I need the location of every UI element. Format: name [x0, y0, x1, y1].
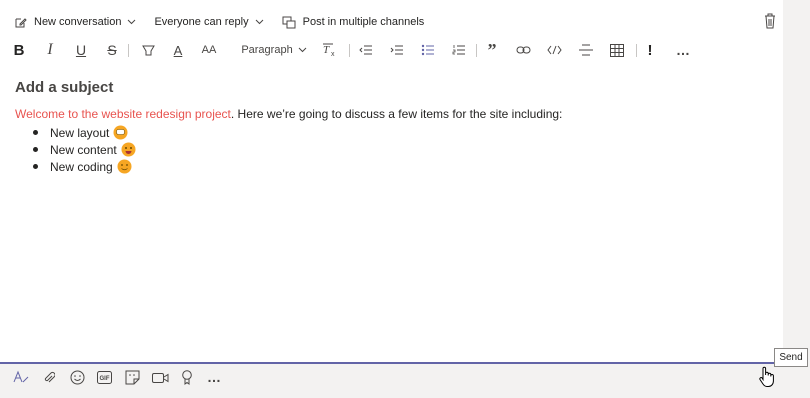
sticker-icon[interactable] [123, 368, 141, 386]
reply-setting-dropdown[interactable]: Everyone can reply [154, 16, 263, 28]
more-options-button[interactable]: … [674, 40, 692, 60]
format-icon[interactable] [12, 368, 30, 386]
list-item: New layout [33, 124, 136, 141]
divider [476, 44, 477, 57]
meet-now-icon[interactable] [151, 368, 169, 386]
svg-text:T: T [323, 44, 330, 56]
font-color-button[interactable]: A [171, 40, 185, 60]
item-list: New layout New content New coding [33, 124, 136, 175]
svg-text:x: x [331, 51, 335, 57]
link-icon[interactable] [515, 40, 531, 60]
message-body[interactable]: Welcome to the website redesign project.… [15, 107, 562, 121]
compose-topbar: New conversation Everyone can reply Post… [14, 13, 783, 31]
post-multiple-channels-button[interactable]: Post in multiple channels [282, 16, 425, 29]
divider [349, 44, 350, 57]
italic-button[interactable]: I [43, 40, 57, 60]
attach-icon[interactable] [40, 368, 58, 386]
list-item-label: New layout [50, 125, 110, 140]
bullet [33, 147, 38, 152]
trash-icon[interactable] [764, 13, 776, 29]
decrease-indent-icon[interactable] [358, 40, 374, 60]
praise-icon[interactable] [178, 368, 196, 386]
highlight-icon[interactable] [140, 40, 156, 60]
divider [128, 44, 129, 57]
chevron-down-icon [298, 47, 307, 53]
list-item: New coding [33, 158, 136, 175]
increase-indent-icon[interactable] [389, 40, 405, 60]
hand-cursor-icon [758, 366, 776, 388]
emoji-icon[interactable] [68, 368, 86, 386]
post-multiple-label: Post in multiple channels [302, 16, 425, 28]
code-icon[interactable] [546, 40, 562, 60]
gif-icon[interactable]: GIF [95, 368, 113, 386]
bold-button[interactable]: B [12, 40, 26, 60]
list-item: New content [33, 141, 136, 158]
reply-setting-label: Everyone can reply [154, 16, 249, 28]
format-toolbar: B I U S A AA Paragraph Tx ” ! … [12, 40, 783, 60]
table-icon[interactable] [609, 40, 625, 60]
chevron-down-icon [127, 19, 136, 25]
grinning-face-icon [113, 125, 128, 140]
strikethrough-button[interactable]: S [105, 40, 119, 60]
paragraph-label: Paragraph [241, 44, 293, 56]
divider [636, 44, 637, 57]
more-actions-button[interactable]: … [205, 368, 223, 386]
list-item-label: New coding [50, 159, 113, 174]
chevron-down-icon [255, 19, 264, 25]
font-size-button[interactable]: AA [201, 40, 217, 60]
svg-text:GIF: GIF [99, 376, 109, 382]
underline-button[interactable]: U [74, 40, 88, 60]
paragraph-dropdown[interactable]: Paragraph [241, 40, 307, 60]
list-item-label: New content [50, 142, 117, 157]
bullet [33, 164, 38, 169]
compose-box: New conversation Everyone can reply Post… [0, 0, 783, 364]
clear-formatting-icon[interactable]: Tx [322, 40, 338, 60]
subject-field[interactable]: Add a subject [15, 79, 113, 96]
bullet [33, 130, 38, 135]
important-button[interactable]: ! [644, 40, 656, 60]
quote-button[interactable]: ” [484, 40, 500, 60]
send-tooltip: Send [774, 348, 808, 367]
bulleted-list-icon[interactable] [420, 40, 436, 60]
intro-highlight: Welcome to the website redesign project [15, 107, 231, 121]
horizontal-rule-icon[interactable] [578, 40, 594, 60]
multiple-channels-icon [282, 16, 296, 29]
smiling-face-icon [121, 142, 136, 157]
new-conversation-dropdown[interactable]: New conversation [14, 16, 136, 29]
new-conversation-label: New conversation [34, 16, 122, 28]
numbered-list-icon[interactable] [451, 40, 467, 60]
intro-text: . Here we’re going to discuss a few item… [230, 107, 563, 121]
compose-icon [14, 16, 27, 29]
slightly-smiling-face-icon [117, 159, 132, 174]
